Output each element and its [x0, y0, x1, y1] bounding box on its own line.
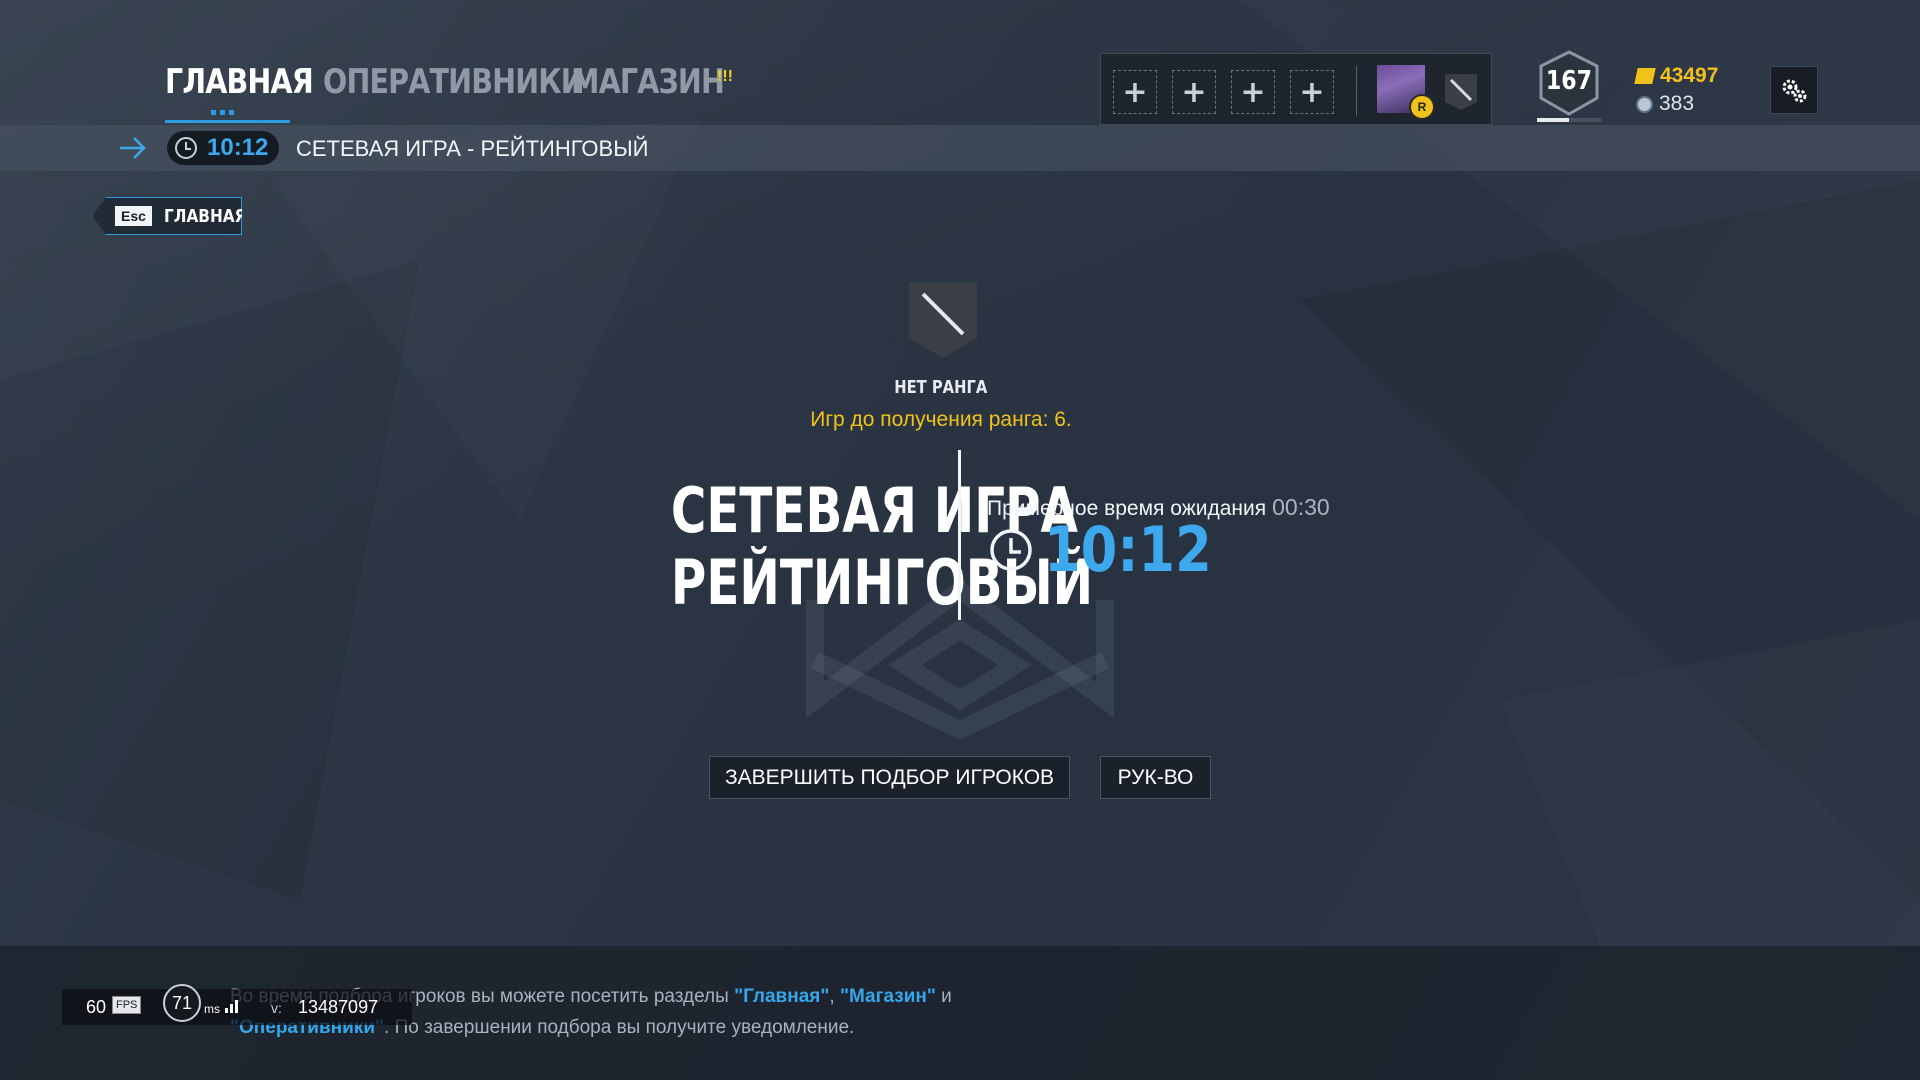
tab-operators[interactable]: ОПЕРАТИВНИКИ [323, 62, 585, 102]
tab-main[interactable]: ГЛАВНАЯ [165, 62, 314, 102]
signal-bars-icon [225, 1000, 238, 1013]
top-navigation: ГЛАВНАЯ ОПЕРАТИВНИКИ МАГАЗИН !!! + + + +… [0, 0, 1920, 125]
game-mode-title-line1: СЕТЕВАЯ ИГРА [670, 474, 1078, 547]
status-timer: 10:12 [167, 131, 279, 165]
renown-balance: 43497 [1634, 62, 1719, 90]
invite-slot-4[interactable]: + [1290, 70, 1334, 114]
arrow-right-icon [120, 137, 146, 159]
estimated-wait-value: 00:30 [1272, 494, 1330, 520]
fps-icon: FPS [112, 996, 142, 1014]
mode-divider [958, 450, 961, 620]
main-tabs: ГЛАВНАЯ ОПЕРАТИВНИКИ МАГАЗИН !!! [165, 62, 733, 123]
matchmaking-timer: 10:12 [1044, 513, 1212, 586]
rank-mini-icon [1445, 74, 1477, 110]
clock-icon [175, 137, 197, 159]
level-progress-bar [1537, 118, 1601, 122]
currency-panel: 43497 383 [1634, 62, 1719, 118]
version-value: 13487097 [298, 997, 379, 1017]
ping-value: 71 [163, 984, 201, 1022]
rank-name: НЕТ РАНГА [894, 377, 988, 398]
gear-icon [1782, 79, 1807, 103]
invite-slot-2[interactable]: + [1172, 70, 1216, 114]
level-number: 167 [1545, 66, 1593, 96]
credits-balance: 383 [1636, 90, 1718, 118]
invite-slot-3[interactable]: + [1231, 70, 1275, 114]
ping-unit: ms [204, 1002, 220, 1016]
end-matchmaking-button[interactable]: ЗАВЕРШИТЬ ПОДБОР ИГРОКОВ [709, 756, 1070, 799]
rank-emblem-icon [909, 282, 977, 358]
fps-value: 60 [86, 997, 107, 1017]
level-progress-fill [1537, 118, 1569, 122]
back-button[interactable]: Esc ГЛАВНАЯ [92, 197, 242, 235]
invite-slot-1[interactable]: + [1113, 70, 1157, 114]
tip-link-main[interactable]: "Главная" [734, 986, 829, 1007]
game-mode-title-line2: РЕЙТИНГОВЫЙ [670, 546, 1094, 619]
performance-overlay: 60 FPS 71 ms v: 13487097 [62, 984, 412, 1025]
matchmaking-status-bar: 10:12 СЕТЕВАЯ ИГРА - РЕЙТИНГОВЫЙ [0, 125, 1920, 171]
renown-icon [1634, 68, 1656, 84]
clock-icon [990, 529, 1032, 571]
avatar-badge-icon: R [1409, 94, 1435, 120]
status-mode-label: СЕТЕВАЯ ИГРА - РЕЙТИНГОВЫЙ [296, 136, 649, 161]
guide-button[interactable]: РУК-ВО [1100, 756, 1211, 799]
squad-panel: + + + + R [1100, 53, 1492, 125]
esc-key-hint: Esc [115, 206, 152, 226]
tip-link-shop[interactable]: "Магазин" [840, 986, 936, 1007]
credits-value: 383 [1659, 92, 1695, 115]
active-tab-dots [211, 110, 234, 115]
active-tab-indicator [165, 120, 290, 123]
player-level[interactable]: 167 [1537, 50, 1601, 124]
renown-value: 43497 [1660, 64, 1719, 87]
game-mode-title: СЕТЕВАЯ ИГРА РЕЙТИНГОВЫЙ [595, 474, 1094, 619]
squad-divider [1356, 66, 1357, 116]
games-until-rank: Игр до получения ранга: 6. [810, 408, 1072, 431]
version-label: v: [271, 1000, 282, 1016]
back-button-label: ГЛАВНАЯ [163, 205, 247, 227]
settings-button[interactable] [1770, 66, 1818, 114]
shop-notification-badge: !!! [717, 68, 733, 85]
status-timer-value: 10:12 [207, 134, 269, 161]
tab-shop[interactable]: МАГАЗИН [571, 62, 725, 102]
credits-icon [1636, 95, 1653, 113]
